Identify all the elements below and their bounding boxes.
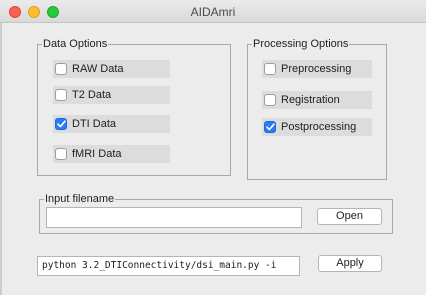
data-options-legend: Data Options [42,37,109,51]
window-edge [0,23,2,295]
checkbox-registration[interactable]: Registration [262,91,372,109]
checkbox-label: T2 Data [72,89,112,101]
checkmark-icon [265,123,275,131]
processing-options-legend: Processing Options [252,37,350,51]
checkbox-fmri-data[interactable]: fMRI Data [53,145,170,163]
checkbox-label: Registration [281,94,340,106]
checkbox-box[interactable] [55,148,67,160]
checkbox-label: DTI Data [72,118,117,130]
input-filename-legend: Input filename [44,192,116,206]
window-title: AIDAmri [190,5,236,19]
checkbox-box-checked[interactable] [55,118,67,130]
checkbox-box[interactable] [264,94,276,106]
checkbox-box[interactable] [55,89,67,101]
checkbox-raw-data[interactable]: RAW Data [53,60,170,78]
checkbox-label: Preprocessing [281,63,352,75]
checkbox-box[interactable] [55,63,67,75]
checkbox-box-checked[interactable] [264,121,276,133]
checkbox-label: Postprocessing [281,121,357,133]
checkbox-label: RAW Data [72,63,124,75]
apply-button[interactable]: Apply [318,255,382,272]
checkbox-preprocessing[interactable]: Preprocessing [262,60,372,78]
checkbox-t2-data[interactable]: T2 Data [53,86,170,104]
checkmark-icon [56,120,66,128]
checkbox-postprocessing[interactable]: Postprocessing [262,118,372,136]
checkbox-box[interactable] [264,63,276,75]
open-button[interactable]: Open [317,208,382,225]
checkbox-dti-data[interactable]: DTI Data [53,115,170,133]
checkbox-label: fMRI Data [72,148,122,160]
command-input[interactable]: python 3.2_DTIConnectivity/dsi_main.py -… [37,256,300,276]
filename-input[interactable] [46,207,302,228]
title-bar: AIDAmri [0,0,426,23]
